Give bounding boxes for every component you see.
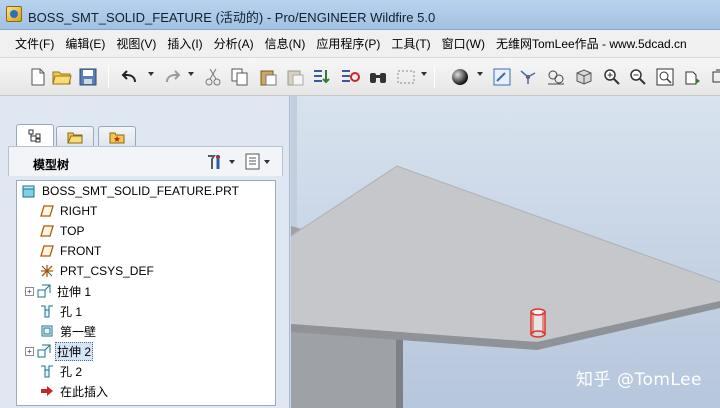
select-dropdown-icon[interactable] <box>421 72 427 76</box>
tree-item-label: PRT_CSYS_DEF <box>60 264 154 278</box>
app-icon <box>6 6 22 22</box>
model-tree-title: 模型树 <box>33 158 70 172</box>
csys-icon <box>39 263 55 279</box>
shading-sphere-icon[interactable] <box>450 67 470 87</box>
undo-dropdown-icon[interactable] <box>148 72 154 76</box>
tree-item-front[interactable]: FRONT <box>39 241 103 261</box>
tree-item-label: RIGHT <box>60 204 98 218</box>
insert-here-icon <box>39 383 55 399</box>
select-box-icon[interactable] <box>396 67 416 87</box>
menu-author[interactable]: 无维网TomLee作品 - www.5dcad.cn <box>491 33 691 54</box>
extrude-icon <box>36 343 52 359</box>
tree-item-extrude-1[interactable]: + 拉伸 1 <box>25 281 93 301</box>
hole-icon <box>39 363 55 379</box>
tree-item-label: FRONT <box>60 244 102 258</box>
menu-view[interactable]: 视图(V) <box>111 33 162 54</box>
orient-icon[interactable] <box>546 67 566 87</box>
menu-file[interactable]: 文件(F) <box>10 33 60 54</box>
saved-views-icon[interactable] <box>574 67 594 87</box>
menu-window[interactable]: 窗口(W) <box>437 33 491 54</box>
next-view-icon[interactable] <box>682 67 702 87</box>
tree-item-label: 拉伸 1 <box>57 284 92 299</box>
find-binoculars-icon[interactable] <box>368 67 388 87</box>
tree-item-label: BOSS_SMT_SOLID_FEATURE.PRT <box>42 184 239 198</box>
menu-edit[interactable]: 编辑(E) <box>60 33 111 54</box>
datum-plane-icon <box>39 203 55 219</box>
tree-item-right[interactable]: RIGHT <box>39 201 99 221</box>
undo-icon[interactable] <box>120 67 140 87</box>
extrude-icon <box>36 283 52 299</box>
tree-item-label: TOP <box>60 224 85 238</box>
tree-item-insert-here[interactable]: 在此插入 <box>39 381 110 401</box>
paste-icon[interactable] <box>258 67 278 87</box>
boss-cylinder <box>530 308 546 338</box>
tree-item-part[interactable]: BOSS_SMT_SOLID_FEATURE.PRT <box>21 181 241 201</box>
tree-item-csys[interactable]: PRT_CSYS_DEF <box>39 261 156 281</box>
menu-applications[interactable]: 应用程序(P) <box>311 33 386 54</box>
cut-icon[interactable] <box>203 67 223 87</box>
tree-item-label: 第一壁 <box>60 324 97 339</box>
model-view <box>291 96 720 408</box>
navigator-panel: 模型树 BOSS_SMT_SOLID_FEATURE.PRT RIGHT TOP… <box>0 96 290 408</box>
regenerate-icon[interactable] <box>312 67 332 87</box>
menu-analysis[interactable]: 分析(A) <box>209 33 260 54</box>
part-icon <box>21 183 37 199</box>
folder-browser-tab-icon <box>67 132 83 143</box>
paste-special-icon[interactable] <box>285 67 305 87</box>
tab-model-tree[interactable] <box>16 124 54 146</box>
tree-item-first-wall[interactable]: 第一壁 <box>39 321 98 341</box>
chevron-down-icon <box>264 160 270 164</box>
model-tree-tab-icon <box>28 129 41 142</box>
save-icon[interactable] <box>78 67 98 87</box>
tree-item-hole-2[interactable]: 孔 2 <box>39 361 84 381</box>
model-tree: BOSS_SMT_SOLID_FEATURE.PRT RIGHT TOP FRO… <box>16 180 276 406</box>
menu-insert[interactable]: 插入(I) <box>162 33 208 54</box>
zoom-out-icon[interactable] <box>628 67 648 87</box>
chevron-down-icon <box>229 160 235 164</box>
tree-item-label: 拉伸 2 <box>55 341 94 361</box>
datum-plane-icon <box>39 243 55 259</box>
expand-icon[interactable]: + <box>25 346 34 356</box>
menu-bar: 文件(F) 编辑(E) 视图(V) 插入(I) 分析(A) 信息(N) 应用程序… <box>0 30 720 58</box>
more-views-icon[interactable] <box>708 67 720 87</box>
tree-settings-button[interactable] <box>205 153 235 171</box>
regenerate-manager-icon[interactable] <box>340 67 360 87</box>
tree-item-label: 在此插入 <box>60 384 109 399</box>
menu-info[interactable]: 信息(N) <box>260 33 312 54</box>
window-title: BOSS_SMT_SOLID_FEATURE (活动的) - Pro/ENGIN… <box>28 10 436 25</box>
tree-show-button[interactable] <box>245 153 270 171</box>
redo-dropdown-icon[interactable] <box>188 72 194 76</box>
settings-tools-icon <box>208 155 220 169</box>
first-wall-icon <box>39 323 55 339</box>
graphics-window[interactable]: 知乎 @TomLee <box>291 96 720 408</box>
shading-dropdown-icon[interactable] <box>477 72 483 76</box>
tab-folder-browser[interactable] <box>56 126 94 146</box>
watermark: 知乎 @TomLee <box>576 370 702 390</box>
show-list-icon <box>245 153 260 170</box>
refit-icon[interactable] <box>655 67 675 87</box>
expand-icon[interactable]: + <box>25 286 34 296</box>
model-tree-header: 模型树 <box>8 146 283 176</box>
favorites-tab-icon <box>109 132 125 143</box>
copy-icon[interactable] <box>230 67 250 87</box>
redo-icon[interactable] <box>162 67 182 87</box>
tab-favorites[interactable] <box>98 126 136 146</box>
open-folder-icon[interactable] <box>52 67 72 87</box>
tree-item-extrude-2[interactable]: + 拉伸 2 <box>25 341 94 361</box>
new-file-icon[interactable] <box>28 67 48 87</box>
spin-center-icon[interactable] <box>518 67 538 87</box>
hole-icon <box>39 303 55 319</box>
tree-item-top[interactable]: TOP <box>39 221 86 241</box>
datum-plane-icon <box>39 223 55 239</box>
zoom-in-icon[interactable] <box>602 67 622 87</box>
tree-item-hole-1[interactable]: 孔 1 <box>39 301 84 321</box>
tree-item-label: 孔 2 <box>60 364 83 379</box>
title-bar: BOSS_SMT_SOLID_FEATURE (活动的) - Pro/ENGIN… <box>0 0 720 30</box>
repaint-icon[interactable] <box>492 67 512 87</box>
toolbar <box>0 58 720 96</box>
menu-tools[interactable]: 工具(T) <box>386 33 436 54</box>
tree-item-label: 孔 1 <box>60 304 83 319</box>
